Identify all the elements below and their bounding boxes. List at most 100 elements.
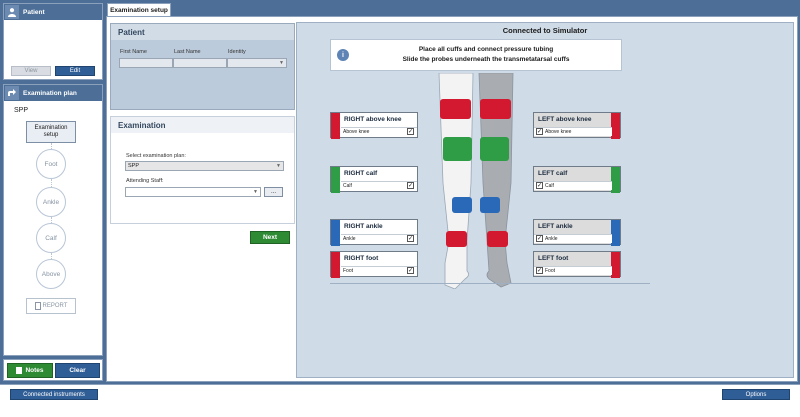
step-examination-setup[interactable]: Examination setup — [26, 121, 76, 143]
left-foot-cuff — [487, 231, 508, 247]
plan-select[interactable]: SPP ▼ — [125, 161, 284, 171]
step-ankle[interactable]: Ankle — [36, 187, 66, 217]
examination-form: Examination Select examination plan: SPP… — [110, 116, 295, 224]
cuff-title: LEFT ankle — [538, 223, 573, 230]
cuff-sub: Ankle — [534, 234, 612, 243]
cuff-checkbox[interactable]: ✓ — [407, 267, 414, 274]
simulator-title: Connected to Simulator — [502, 26, 588, 35]
patient-form: Patient First Name Last Name Identity ▼ — [110, 23, 295, 110]
patient-form-title: Patient — [118, 28, 145, 37]
last-name-field[interactable] — [173, 58, 227, 68]
cuff-sub: Foot — [341, 266, 417, 275]
cuff-checkbox[interactable]: ✓ — [536, 128, 543, 135]
cuff-title: LEFT foot — [538, 255, 569, 262]
cuff-title: RIGHT ankle — [344, 223, 383, 230]
cuff-sub-text: Above knee — [545, 129, 572, 135]
right-ankle-card[interactable]: RIGHT ankle Ankle ✓ — [330, 219, 418, 246]
legs-illustration — [438, 73, 514, 289]
step-label: Calf — [45, 234, 57, 242]
first-name-field[interactable] — [119, 58, 173, 68]
step-label: Above — [41, 270, 61, 278]
footer-bar: Connected instruments Options — [0, 384, 800, 417]
left-foot-card[interactable]: LEFT foot Foot ✓ — [533, 251, 621, 278]
notes-label: Notes — [25, 367, 44, 374]
cuff-checkbox[interactable]: ✓ — [407, 235, 414, 242]
staff-select[interactable]: ▼ — [125, 187, 261, 197]
instruction-line-2: Slide the probes underneath the transmet… — [402, 56, 570, 63]
cuff-sub: Ankle — [341, 234, 417, 243]
first-name-label: First Name — [120, 49, 147, 55]
staff-browse-button[interactable]: ... — [264, 187, 283, 197]
right-ankle-cuff — [452, 197, 472, 213]
left-calf-card[interactable]: LEFT calf Calf ✓ — [533, 166, 621, 193]
exam-plan-panel: Examination plan SPP Examination setup F… — [3, 84, 103, 356]
plan-name: SPP — [14, 107, 29, 114]
cuff-sub: Calf — [534, 181, 612, 190]
step-label: Foot — [44, 160, 58, 168]
cuff-color-bar — [331, 220, 340, 246]
step-calf[interactable]: Calf — [36, 223, 66, 253]
cuff-color-bar — [331, 167, 340, 193]
right-above-knee-cuff — [440, 99, 471, 119]
cuff-sub-text: Foot — [545, 268, 556, 274]
connected-instruments-button[interactable]: Connected instruments — [10, 389, 98, 400]
notes-button[interactable]: Notes — [7, 363, 53, 378]
cuff-sub: Calf — [341, 181, 417, 190]
next-button[interactable]: Next — [250, 231, 290, 244]
chevron-down-icon: ▼ — [276, 163, 281, 169]
cuff-color-bar — [611, 113, 620, 139]
left-above-knee-card[interactable]: LEFT above knee Above knee ✓ — [533, 112, 621, 139]
clear-button[interactable]: Clear — [55, 363, 100, 378]
right-calf-cuff — [443, 137, 472, 161]
cuff-sub: Above knee — [534, 127, 612, 136]
patient-panel-header: Patient — [4, 4, 102, 20]
simulator-panel: Connected to Simulator i Place all cuffs… — [296, 22, 794, 378]
cuff-color-bar — [331, 113, 340, 139]
right-calf-card[interactable]: RIGHT calf Calf ✓ — [330, 166, 418, 193]
view-button[interactable]: View — [11, 66, 51, 76]
left-ankle-cuff — [480, 197, 500, 213]
divider — [330, 283, 650, 284]
cuff-color-bar — [611, 220, 620, 246]
report-icon — [34, 302, 41, 310]
step-above[interactable]: Above — [36, 259, 66, 289]
left-calf-cuff — [480, 137, 509, 161]
chevron-down-icon: ▼ — [279, 60, 284, 66]
step-label: Examination setup — [34, 125, 68, 138]
cuff-checkbox[interactable]: ✓ — [536, 182, 543, 189]
right-foot-cuff — [446, 231, 467, 247]
chevron-down-icon: ▼ — [253, 189, 258, 195]
left-ankle-card[interactable]: LEFT ankle Ankle ✓ — [533, 219, 621, 246]
identity-label: Identity — [228, 49, 246, 55]
notes-icon — [16, 367, 23, 374]
cuff-sub: Above knee — [341, 127, 417, 136]
notes-bar: Notes Clear — [3, 359, 103, 381]
cuff-checkbox[interactable]: ✓ — [536, 267, 543, 274]
step-foot[interactable]: Foot — [36, 149, 66, 179]
cuff-checkbox[interactable]: ✓ — [407, 182, 414, 189]
report-label: REPORT — [42, 303, 68, 309]
cuff-sub-text: Calf — [545, 183, 554, 189]
cuff-sub-text: Ankle — [545, 236, 558, 242]
right-above-knee-card[interactable]: RIGHT above knee Above knee ✓ — [330, 112, 418, 139]
options-button[interactable]: Options — [722, 389, 790, 400]
cuff-sub: Foot — [534, 266, 612, 275]
edit-button[interactable]: Edit — [55, 66, 95, 76]
cuff-title: RIGHT above knee — [344, 116, 402, 123]
identity-field[interactable]: ▼ — [227, 58, 287, 68]
instruction-box: i Place all cuffs and connect pressure t… — [330, 39, 622, 71]
right-foot-card[interactable]: RIGHT foot Foot ✓ — [330, 251, 418, 278]
last-name-label: Last Name — [174, 49, 201, 55]
info-icon: i — [337, 49, 349, 61]
exam-plan-title: Examination plan — [23, 89, 77, 97]
cuff-checkbox[interactable]: ✓ — [536, 235, 543, 242]
cuff-checkbox[interactable]: ✓ — [407, 128, 414, 135]
tab-examination-setup[interactable]: Examination setup — [107, 3, 171, 17]
examination-form-title: Examination — [118, 121, 166, 130]
plan-arrow-icon — [5, 86, 19, 100]
staff-label: Attending Staff: — [126, 178, 164, 184]
report-button[interactable]: REPORT — [26, 298, 76, 314]
left-above-knee-cuff — [480, 99, 511, 119]
plan-select-value: SPP — [128, 163, 140, 169]
step-connector — [51, 179, 52, 187]
